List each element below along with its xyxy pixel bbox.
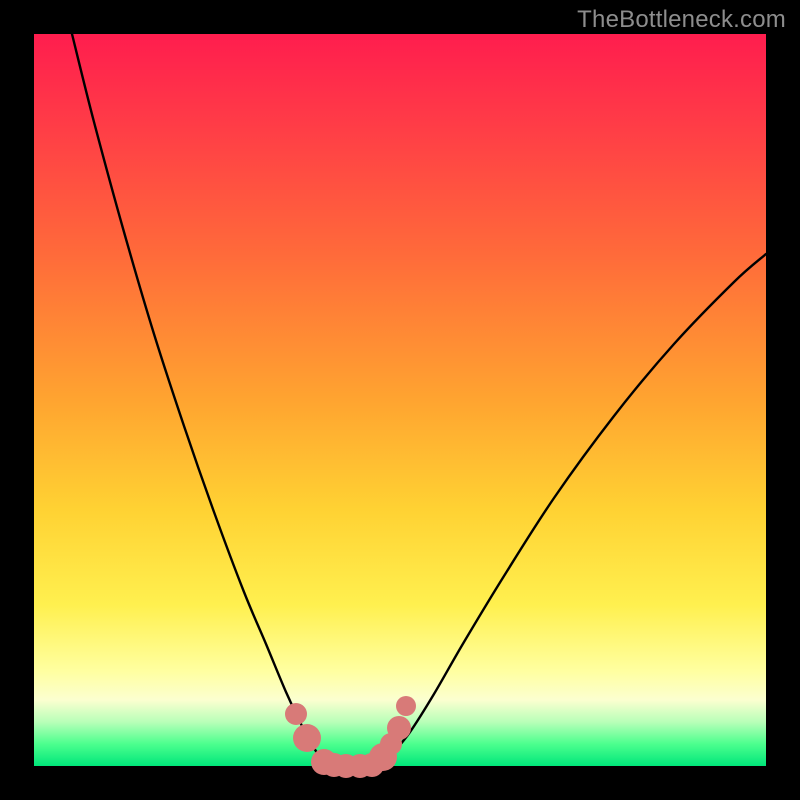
curve-svg — [34, 34, 766, 766]
chart-frame: TheBottleneck.com — [0, 0, 800, 800]
bottleneck-curve — [72, 34, 766, 767]
bottom-dot-cluster — [285, 696, 416, 778]
curve-dot — [387, 716, 411, 740]
plot-area — [34, 34, 766, 766]
curve-dot — [293, 724, 321, 752]
curve-dot — [285, 703, 307, 725]
watermark-text: TheBottleneck.com — [577, 6, 786, 34]
curve-dot — [396, 696, 416, 716]
